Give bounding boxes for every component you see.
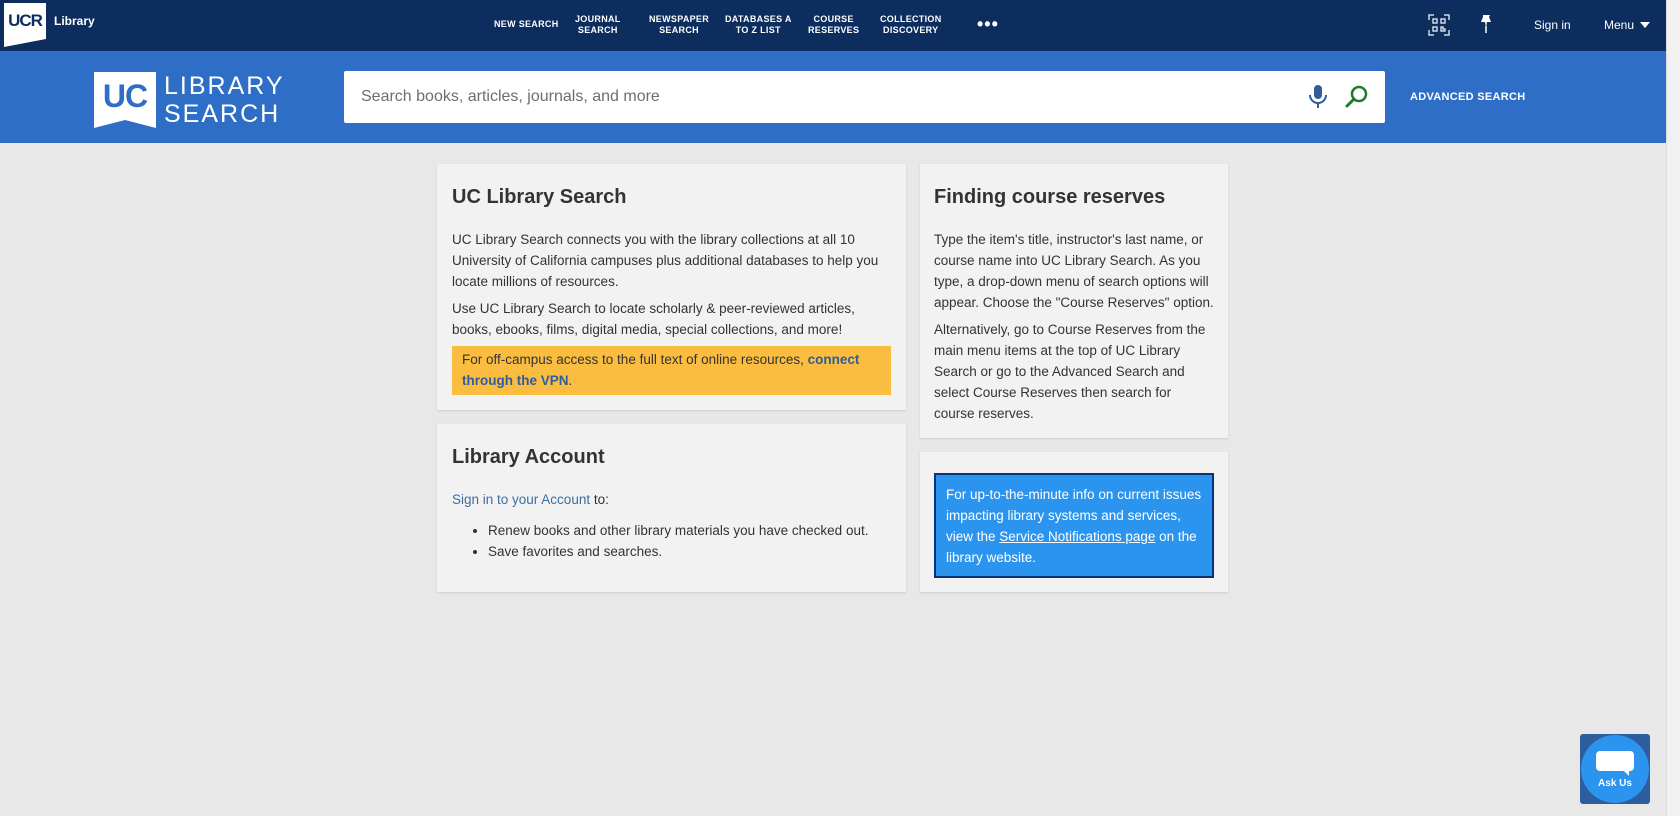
page-scrollbar[interactable] [1666,0,1680,816]
intro-paragraph: UC Library Search connects you with the … [452,232,879,289]
top-navigation-bar: UCR Library NEW SEARCH JOURNAL SEARCH NE… [0,0,1666,51]
card-title-library-account: Library Account [452,446,605,468]
sign-in-account-link[interactable]: Sign in to your Account [452,492,590,507]
account-benefits-list: Renew books and other library materials … [488,520,891,562]
card-title-course-reserves: Finding course reserves [934,186,1166,208]
reserves-paragraph-1: Type the item's title, instructor's last… [934,232,1214,310]
microphone-icon[interactable] [1307,84,1329,110]
reserves-paragraph-2: Alternatively, go to Course Reserves fro… [934,322,1206,421]
ucr-logo[interactable]: UCR [4,3,46,47]
nav-collection-discovery[interactable]: COLLECTION DISCOVERY [880,14,942,36]
nav-databases-a-to-z[interactable]: DATABASES A TO Z LIST [725,14,792,36]
search-band: UC LIBRARY SEARCH ADVANCED SEARCH [0,51,1666,143]
uc-logo-mark: UC [94,72,156,120]
service-notifications-notice: For up-to-the-minute info on current iss… [934,473,1214,578]
service-notice-card: For up-to-the-minute info on current iss… [920,452,1228,592]
chat-bubble-icon [1596,750,1634,776]
uc-library-search-logo[interactable]: UC LIBRARY SEARCH [94,72,285,128]
course-reserves-card: Finding course reserves Type the item's … [920,164,1228,438]
list-item: Renew books and other library materials … [488,520,891,541]
vpn-alert-text: For off-campus access to the full text o… [462,352,808,367]
chevron-down-icon [1640,22,1651,28]
logo-line-search: SEARCH [164,100,281,128]
ask-us-label: Ask Us [1598,777,1632,789]
more-nav-button[interactable]: ••• [977,14,999,35]
ucr-logo-text: UCR [4,3,46,39]
sign-in-link[interactable]: Sign in [1534,18,1571,32]
search-box [344,71,1385,123]
nav-new-search[interactable]: NEW SEARCH [494,19,559,30]
library-label[interactable]: Library [54,14,95,28]
search-icon[interactable] [1345,85,1369,109]
card-title-uc-library-search: UC Library Search [452,186,627,208]
uc-library-search-card: UC Library Search UC Library Search conn… [437,164,906,410]
ask-us-chat-button[interactable]: Ask Us [1580,734,1650,804]
advanced-search-link[interactable]: ADVANCED SEARCH [1410,91,1526,103]
list-item: Save favorites and searches. [488,541,891,562]
library-account-card: Library Account Sign in to your Account … [437,424,906,592]
vpn-alert: For off-campus access to the full text o… [452,346,891,395]
qr-code-icon[interactable] [1428,14,1450,36]
menu-button[interactable]: Menu [1604,18,1651,32]
nav-course-reserves[interactable]: COURSE RESERVES [808,14,859,36]
menu-label: Menu [1604,18,1635,32]
pin-icon[interactable] [1478,14,1494,34]
nav-newspaper-search[interactable]: NEWSPAPER SEARCH [649,14,709,36]
logo-line-library: LIBRARY [164,72,285,100]
nav-journal-search[interactable]: JOURNAL SEARCH [575,14,621,36]
usage-paragraph: Use UC Library Search to locate scholarl… [452,301,855,337]
service-notifications-link[interactable]: Service Notifications page [999,529,1155,544]
search-input[interactable] [344,72,1307,122]
